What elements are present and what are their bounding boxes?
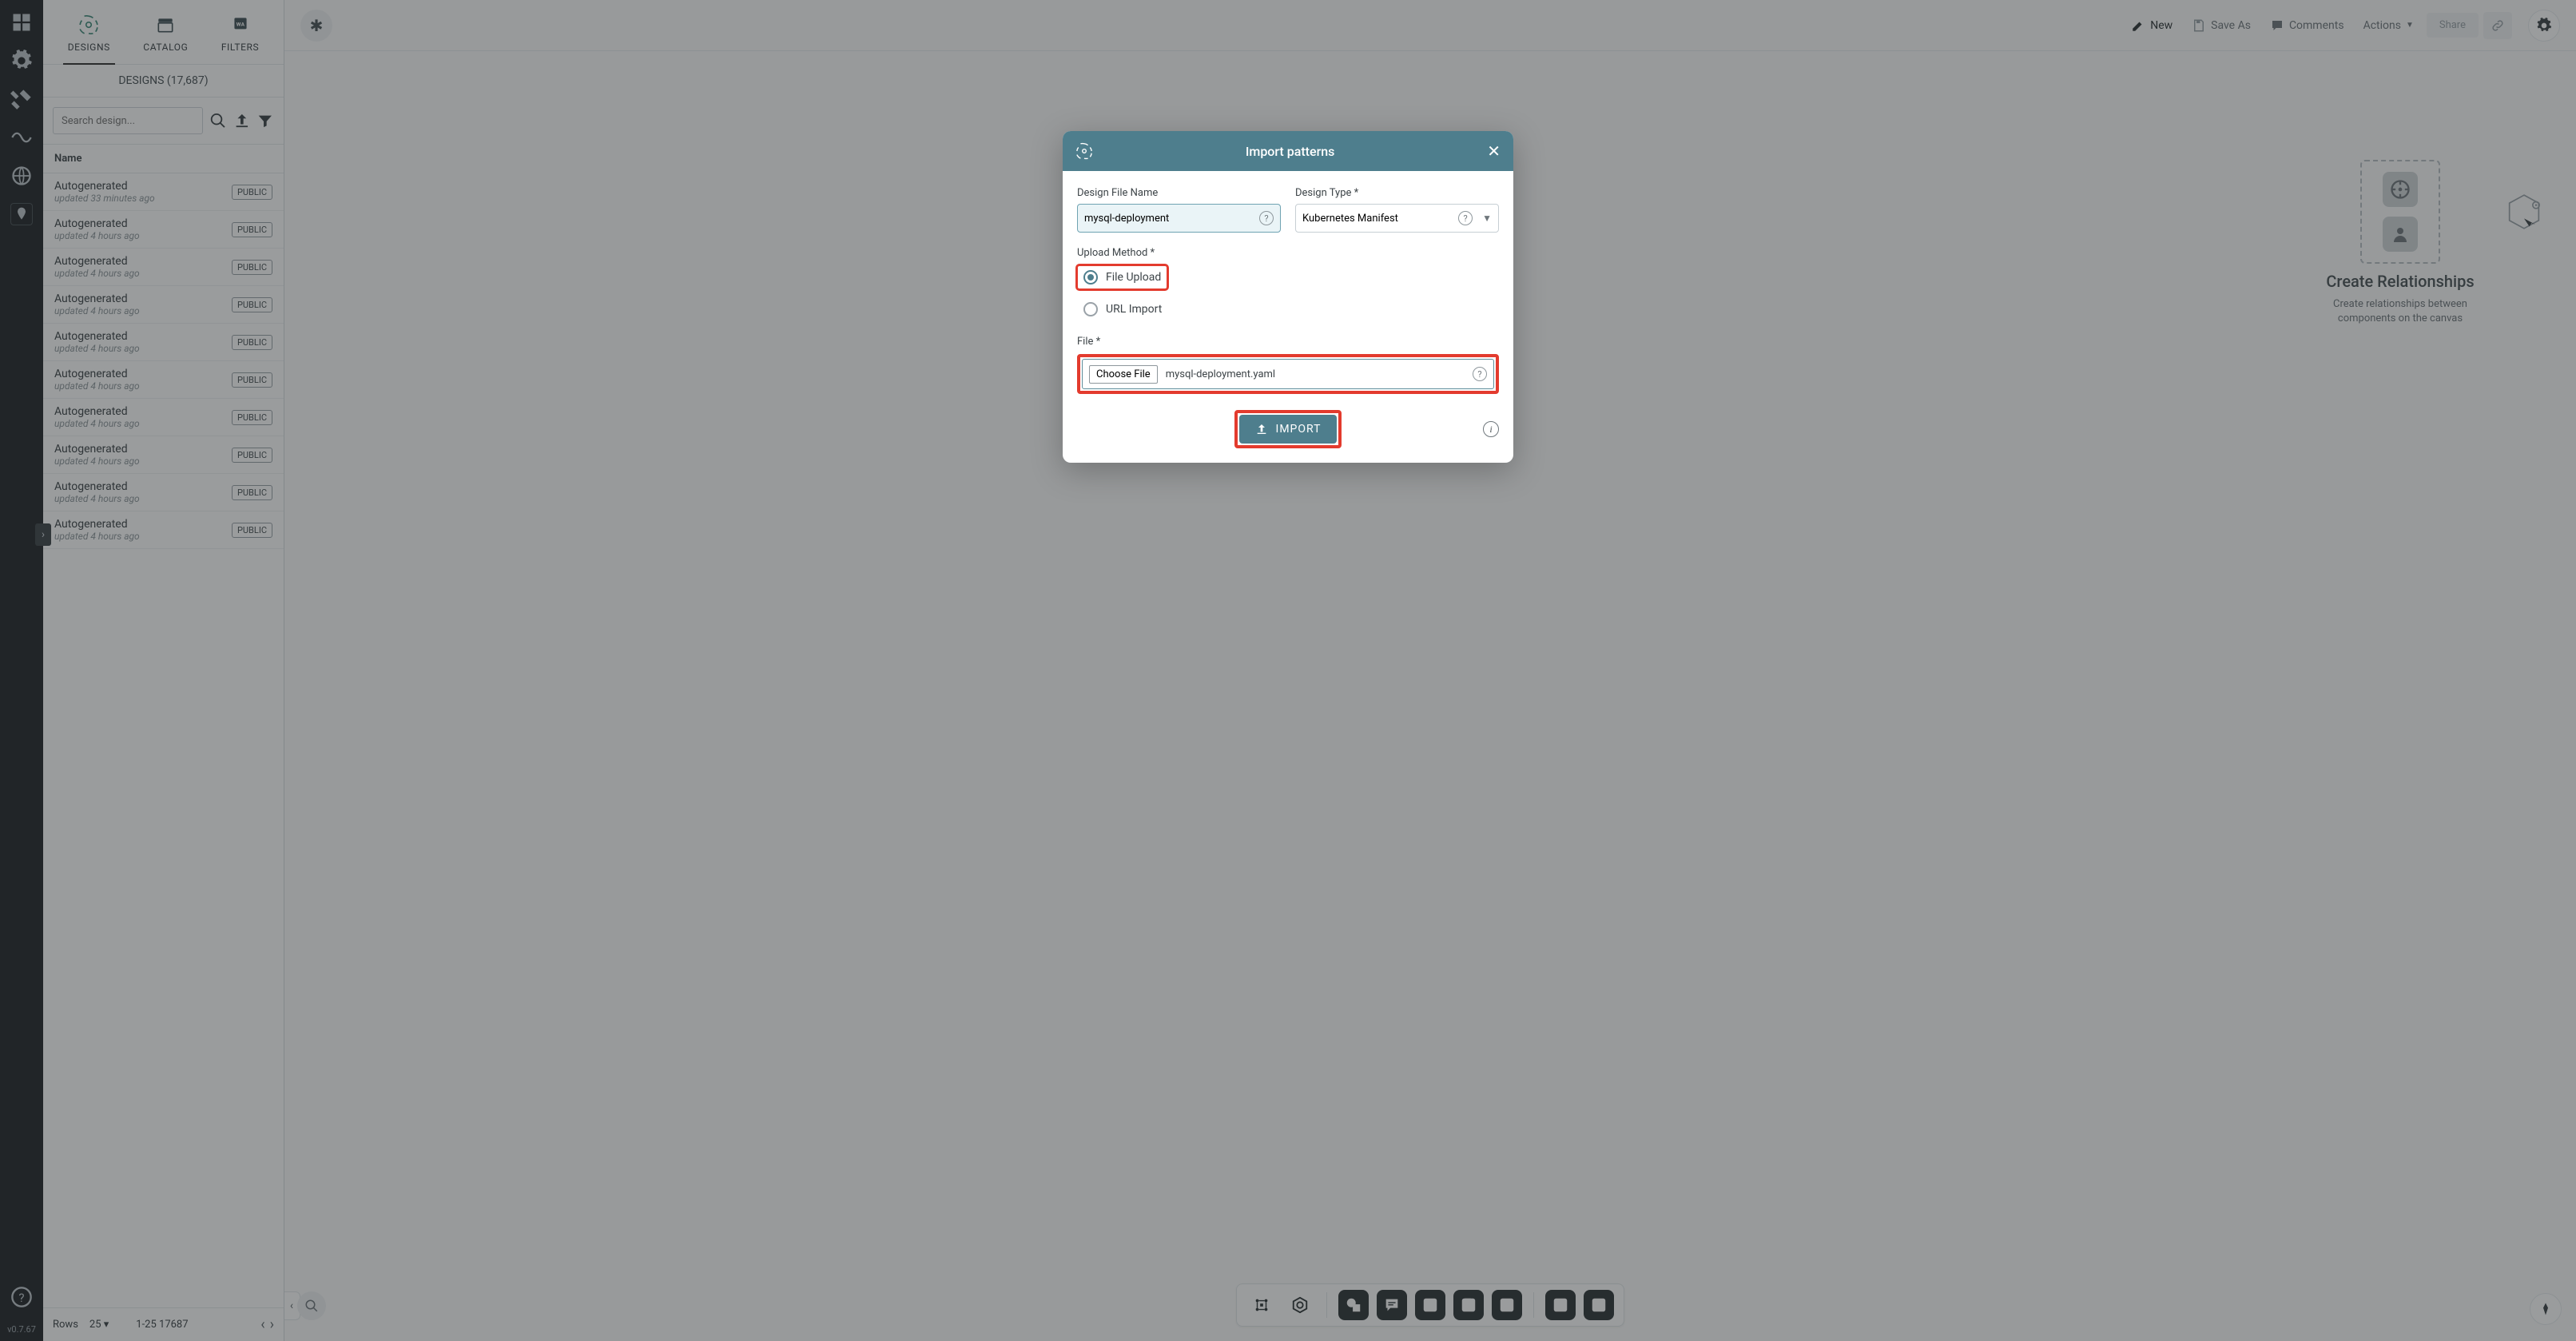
- design-type-label: Design Type *: [1295, 187, 1499, 199]
- design-type-select[interactable]: Kubernetes Manifest ? ▼: [1295, 204, 1499, 233]
- help-icon[interactable]: ?: [1458, 211, 1473, 225]
- file-name-field[interactable]: ?: [1077, 204, 1281, 233]
- chevron-down-icon: ▼: [1482, 213, 1492, 224]
- modal-logo-icon: [1075, 142, 1093, 160]
- upload-method-group: File Upload URL Import: [1077, 265, 1499, 321]
- radio-url-label: URL Import: [1106, 303, 1162, 316]
- file-box: Choose File mysql-deployment.yaml ?: [1082, 359, 1494, 389]
- file-section-label: File *: [1077, 336, 1499, 348]
- help-icon[interactable]: ?: [1473, 367, 1487, 381]
- import-button-highlight: IMPORT: [1234, 410, 1342, 448]
- file-name-label: Design File Name: [1077, 187, 1281, 199]
- modal-title: Import patterns: [1103, 144, 1477, 159]
- import-button[interactable]: IMPORT: [1239, 415, 1338, 444]
- radio-dot-icon: [1083, 270, 1098, 285]
- radio-url-import[interactable]: URL Import: [1077, 297, 1499, 321]
- radio-file-upload[interactable]: File Upload: [1077, 265, 1167, 289]
- design-type-value: Kubernetes Manifest: [1302, 213, 1452, 225]
- radio-dot-icon: [1083, 302, 1098, 316]
- info-icon[interactable]: i: [1483, 421, 1499, 437]
- modal-overlay[interactable]: Import patterns ✕ Design File Name ? Des…: [0, 0, 2576, 1341]
- file-row-highlight: Choose File mysql-deployment.yaml ?: [1077, 354, 1499, 394]
- close-icon[interactable]: ✕: [1487, 143, 1501, 159]
- import-patterns-modal: Import patterns ✕ Design File Name ? Des…: [1063, 131, 1513, 463]
- help-icon[interactable]: ?: [1259, 211, 1274, 225]
- upload-arrow-icon: [1255, 423, 1268, 436]
- modal-header: Import patterns ✕: [1063, 131, 1513, 171]
- chosen-file-name: mysql-deployment.yaml: [1166, 368, 1465, 380]
- upload-method-label: Upload Method *: [1077, 247, 1499, 259]
- choose-file-button[interactable]: Choose File: [1089, 365, 1158, 384]
- file-name-input[interactable]: [1084, 213, 1253, 225]
- radio-file-label: File Upload: [1106, 271, 1161, 284]
